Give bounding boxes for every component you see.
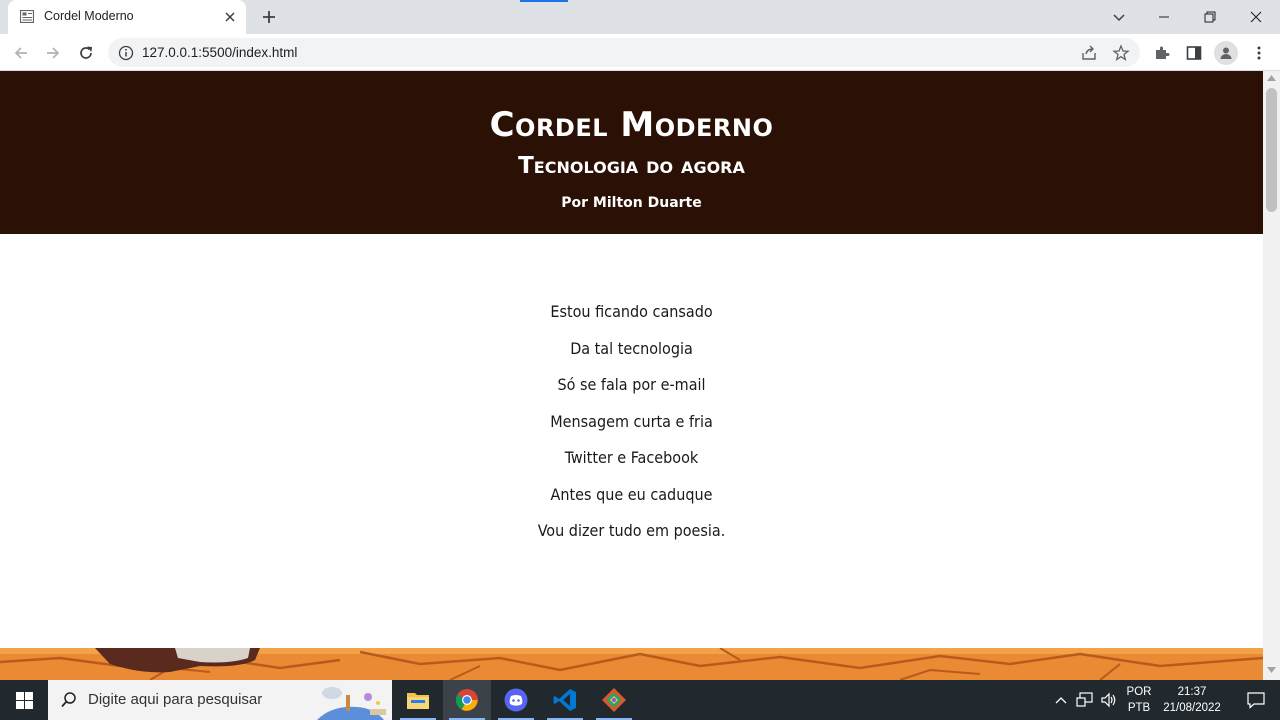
new-tab-icon[interactable] [260,8,278,26]
system-clock[interactable]: 21:37 21/08/2022 [1158,684,1226,716]
file-explorer-icon[interactable] [394,680,442,720]
side-panel-icon[interactable] [1183,42,1205,64]
page-subtitle: Tecnologia do agora [518,153,745,179]
windows-taskbar: Digite aqui para pesquisar POR PTB 21:37… [0,680,1280,720]
url-text: 127.0.0.1:5500/index.html [142,45,298,60]
scrollbar-thumb[interactable] [1266,88,1277,212]
vscode-icon[interactable] [541,680,589,720]
poem-line: Mensagem curta e fria [550,411,713,431]
scroll-down-icon[interactable] [1267,667,1276,673]
restore-icon[interactable] [1199,6,1221,28]
poem-line: Antes que eu caduque [550,484,713,504]
reload-icon[interactable] [75,42,97,64]
network-icon[interactable] [1074,680,1096,720]
chrome-icon[interactable] [443,680,491,720]
clock-date: 21/08/2022 [1163,702,1221,714]
keyboard-layout: PTB [1127,702,1151,714]
clock-time: 21:37 [1177,686,1207,698]
notifications-icon[interactable] [1232,680,1280,720]
poem-section: Estou ficando cansado Da tal tecnologia … [0,299,1263,555]
address-bar[interactable]: 127.0.0.1:5500/index.html [108,38,1140,67]
share-icon[interactable] [1080,44,1098,62]
browser-toolbar: 127.0.0.1:5500/index.html [0,34,1280,71]
windows-start-icon[interactable] [0,680,48,720]
author-byline: Por Milton Duarte [561,195,702,211]
search-placeholder: Digite aqui para pesquisar [88,691,263,708]
page-icon [20,10,34,23]
extensions-icon[interactable] [1151,42,1173,64]
tab-title: Cordel Moderno [44,9,134,23]
weather-widget-icon[interactable] [312,683,392,720]
search-icon [61,692,76,708]
scroll-up-icon[interactable] [1267,75,1276,81]
taskbar-search-box[interactable]: Digite aqui para pesquisar [48,680,392,720]
tab-search-icon[interactable] [1108,6,1130,28]
page-scrollbar[interactable] [1263,71,1280,680]
poem-line: Estou ficando cansado [550,302,713,321]
show-hidden-icons-chevron-icon[interactable] [1052,680,1070,720]
language-code: POR [1126,686,1152,698]
poem-line: Twitter e Facebook [564,448,699,467]
site-info-icon[interactable] [118,45,134,61]
volume-icon[interactable] [1098,680,1120,720]
page-title: Cordel Moderno [489,105,774,145]
cracked-ground-image [0,648,1263,680]
footer-illustration [0,648,1263,680]
back-icon[interactable] [10,42,32,64]
loading-accent [520,0,568,2]
minimize-icon[interactable] [1153,6,1175,28]
gitkraken-icon[interactable] [590,680,638,720]
input-language-indicator[interactable]: POR PTB [1120,684,1158,716]
site-header: Cordel Moderno Tecnologia do agora Por M… [0,71,1263,234]
tab-strip: Cordel Moderno [0,0,1280,34]
menu-dots-icon[interactable] [1248,42,1270,64]
discord-icon[interactable] [492,680,540,720]
poem-line: Da tal tecnologia [570,338,693,358]
bookmark-star-icon[interactable] [1112,44,1130,62]
forward-icon[interactable] [42,42,64,64]
poem-line: Só se fala por e-mail [557,375,706,394]
close-window-icon[interactable] [1245,6,1267,28]
poem-line: Vou dizer tudo em poesia. [537,521,726,540]
close-tab-icon[interactable] [222,9,238,25]
browser-tab[interactable]: Cordel Moderno [8,0,246,34]
page-viewport: Cordel Moderno Tecnologia do agora Por M… [0,71,1263,680]
profile-avatar-icon[interactable] [1214,41,1238,65]
